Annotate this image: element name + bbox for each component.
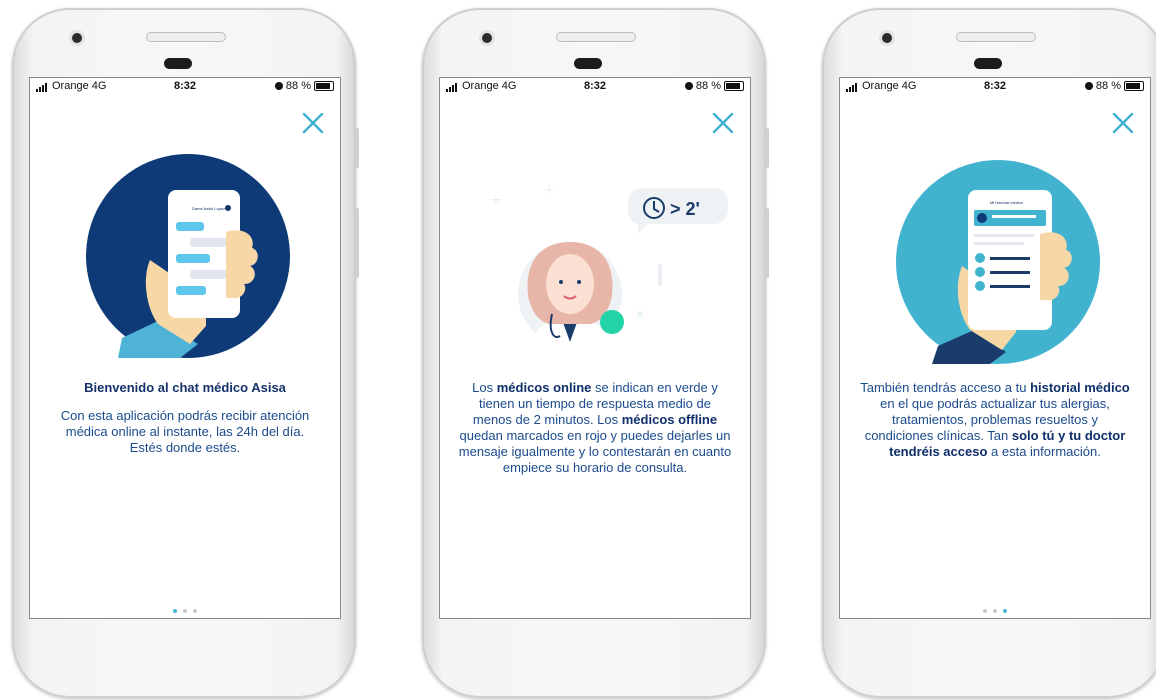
speaker	[956, 32, 1036, 42]
page-dot-2[interactable]	[993, 609, 997, 613]
battery-status: 88 %	[1084, 80, 1144, 92]
battery-percent: 88 %	[285, 80, 311, 92]
battery-icon	[724, 81, 744, 91]
slide-body: Con esta aplicación podrás recibir atenc…	[60, 408, 310, 455]
close-icon[interactable]	[710, 110, 736, 136]
battery-icon	[314, 81, 334, 91]
phone-2: Orange 4G 8:32 88 % + + > 2' Los médicos…	[422, 8, 769, 698]
side-button	[765, 128, 769, 168]
side-button	[355, 208, 359, 278]
alarm-icon	[1084, 82, 1093, 90]
battery-status: 88 %	[684, 80, 744, 92]
side-button	[355, 128, 359, 168]
svg-text:+: +	[490, 192, 502, 208]
chat-illustration: Dame Asisti Lopez	[86, 154, 290, 358]
wait-time-label: > 2'	[670, 199, 700, 219]
battery-percent: 88 %	[695, 80, 721, 92]
doctor-illustration: + + > 2'	[490, 183, 728, 346]
slide-body: Los médicos online se indican en verde y…	[458, 380, 732, 475]
camera	[72, 33, 82, 43]
page-dot-1[interactable]	[173, 609, 177, 613]
phone-3: Orange 4G 8:32 88 % Mi historial médico	[822, 8, 1156, 698]
speaker	[556, 32, 636, 42]
close-icon[interactable]	[1110, 110, 1136, 136]
page-dot-3[interactable]	[1003, 609, 1007, 613]
page-indicator[interactable]	[440, 610, 750, 618]
alarm-icon	[274, 82, 283, 90]
sensor	[164, 58, 192, 69]
slide-text: También tendrás acceso a tu historial mé…	[858, 380, 1132, 460]
slide-text: Bienvenido al chat médico Asisa Con esta…	[48, 380, 322, 456]
side-button	[765, 208, 769, 278]
battery-icon	[1124, 81, 1144, 91]
card-title: Mi historial médico	[990, 200, 1024, 205]
screen-1: Orange 4G 8:32 88 % Dame Asisti Lopez Bi…	[30, 78, 340, 618]
screen-3: Orange 4G 8:32 88 % Mi historial médico	[840, 78, 1150, 618]
slide-text: Los médicos online se indican en verde y…	[458, 380, 732, 476]
battery-percent: 88 %	[1095, 80, 1121, 92]
slide-title: Bienvenido al chat médico Asisa	[84, 380, 286, 395]
highlight-medicos-online: médicos online	[496, 380, 592, 395]
page-dot-3[interactable]	[193, 609, 197, 613]
screen-2: Orange 4G 8:32 88 % + + > 2' Los médicos…	[440, 78, 750, 618]
alarm-icon	[684, 82, 693, 90]
speaker	[146, 32, 226, 42]
status-bar: Orange 4G 8:32 88 %	[440, 78, 750, 96]
sensor	[574, 58, 602, 69]
highlight-medicos-offline: médicos offline	[621, 412, 718, 427]
slide-body: También tendrás acceso a tu historial mé…	[860, 380, 1130, 459]
page-indicator[interactable]	[840, 600, 1150, 618]
chat-header: Dame Asisti Lopez	[192, 206, 225, 211]
sensor	[974, 58, 1002, 69]
highlight-historial: historial médico	[1030, 380, 1130, 395]
camera	[882, 33, 892, 43]
camera	[482, 33, 492, 43]
svg-text:+: +	[544, 183, 554, 197]
page-dot-1[interactable]	[983, 609, 987, 613]
page-dot-2[interactable]	[183, 609, 187, 613]
close-icon[interactable]	[300, 110, 326, 136]
status-bar: Orange 4G 8:32 88 %	[30, 78, 340, 96]
page-indicator[interactable]	[30, 600, 340, 618]
phone-1: Orange 4G 8:32 88 % Dame Asisti Lopez Bi…	[12, 8, 359, 698]
history-illustration: Mi historial médico	[896, 160, 1100, 364]
status-bar: Orange 4G 8:32 88 %	[840, 78, 1150, 96]
online-status-dot	[600, 310, 624, 334]
battery-status: 88 %	[274, 80, 334, 92]
